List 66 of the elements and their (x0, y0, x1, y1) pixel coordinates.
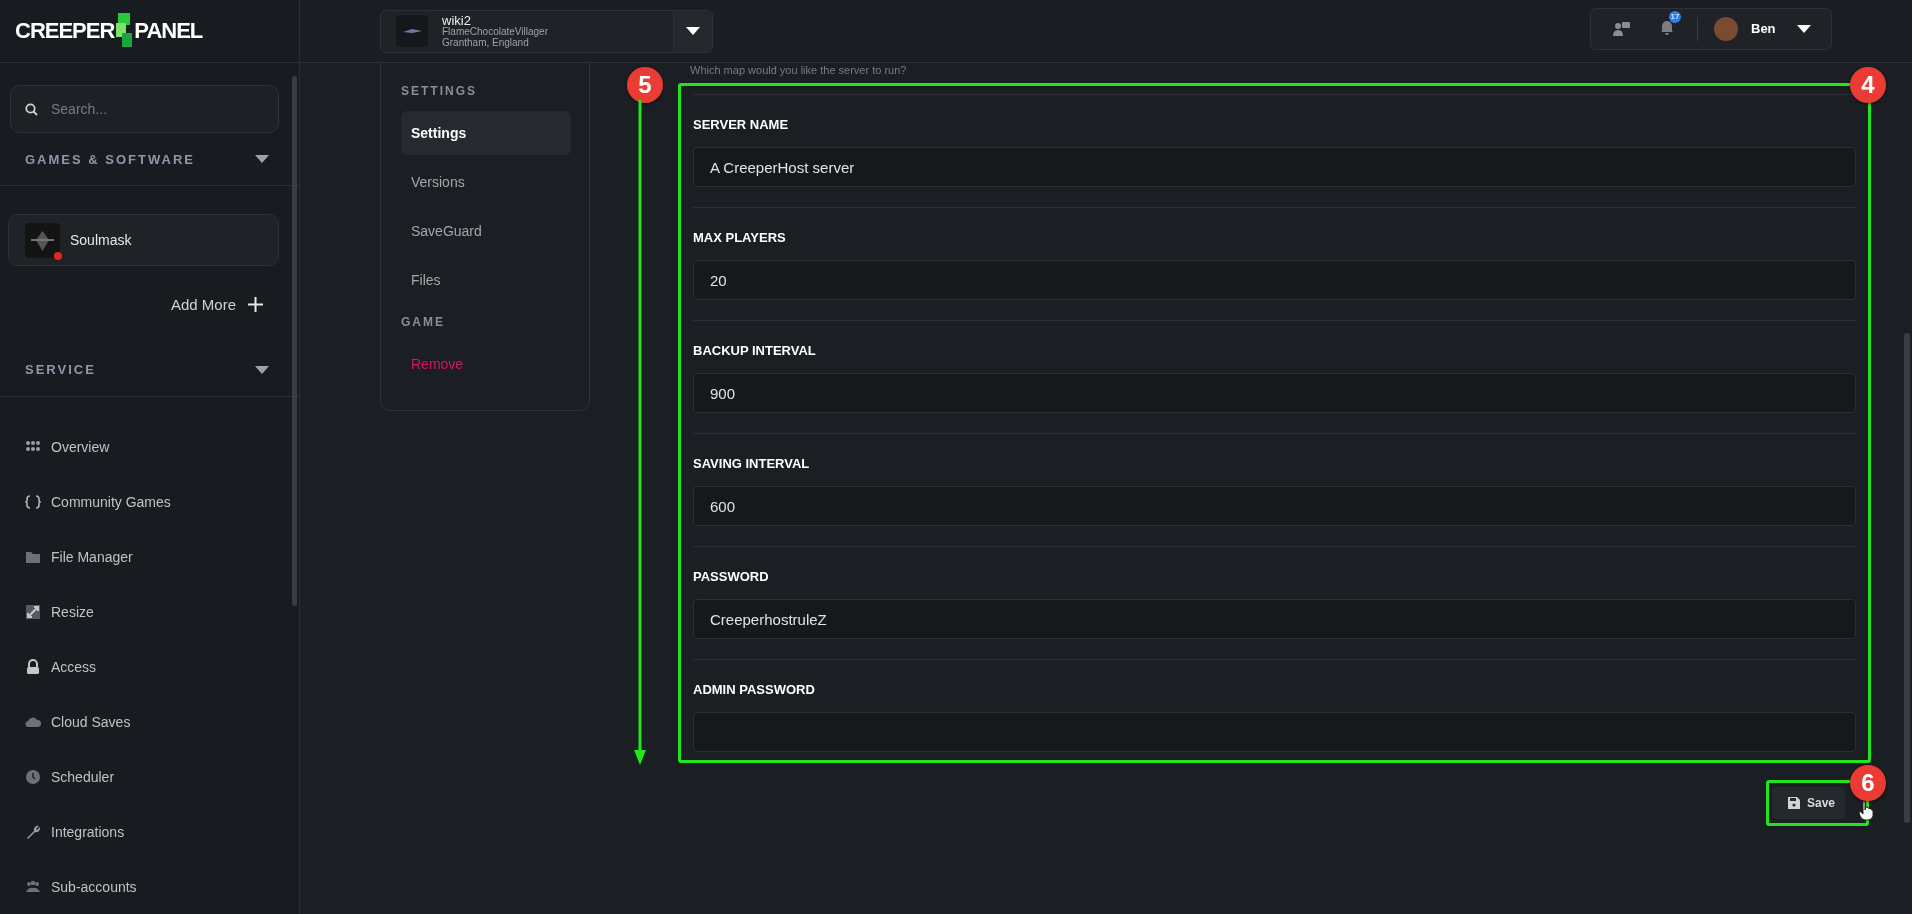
menu-heading: SETTINGS (401, 83, 478, 100)
nav-link[interactable]: Cloud Saves (25, 694, 299, 749)
menu-item[interactable]: Versions (401, 159, 571, 204)
server-name: wiki2 (442, 13, 471, 28)
section-heading: GAMES & SOFTWARE (25, 151, 195, 167)
game-icon (25, 222, 60, 258)
caret-icon[interactable] (1797, 24, 1811, 33)
field-label: ADMIN PASSWORD (693, 682, 816, 698)
menu-heading: GAME (401, 314, 446, 331)
server-name: Soulmask (70, 232, 132, 248)
user-name: Ben (1751, 21, 1777, 36)
logo: CREEPER PANEL (15, 11, 203, 51)
step-badge: 6 (1850, 765, 1886, 801)
server-location: Grantham, England (442, 37, 529, 49)
field-label: BACKUP INTERVAL (693, 343, 817, 359)
bell-icon[interactable] (1659, 18, 1675, 35)
scrollbar[interactable] (292, 76, 297, 606)
nav-link[interactable]: Integrations (25, 804, 299, 859)
search-icon (25, 103, 38, 116)
search-field[interactable]: Search... (10, 85, 279, 133)
save-button[interactable]: Save (1771, 787, 1845, 819)
support-icon[interactable] (1613, 20, 1631, 37)
resize-icon (25, 603, 41, 620)
input-field[interactable]: CreeperhostruleZ (693, 599, 1856, 639)
add-more-button[interactable]: Add More (170, 295, 263, 313)
nav-link[interactable]: Sub-accounts (25, 859, 299, 914)
nav-link[interactable]: Access (25, 639, 299, 694)
input-field[interactable] (693, 712, 1856, 752)
server-selector[interactable]: wiki2 FlameChocolateVillager Grantham, England (380, 9, 713, 53)
menu-item[interactable]: Settings (401, 110, 571, 155)
caret-icon[interactable] (255, 155, 269, 164)
user-avatar[interactable] (1714, 16, 1738, 41)
field-label: SAVING INTERVAL (693, 456, 811, 472)
server-owner: FlameChocolateVillager (442, 27, 549, 38)
nav-link[interactable]: Community Games (25, 474, 299, 529)
nav-link[interactable]: Resize (25, 584, 299, 639)
clock-icon (25, 768, 41, 785)
caret-icon[interactable] (255, 365, 269, 374)
nav-link[interactable]: Overview (25, 419, 299, 474)
step-badge: 4 (1850, 67, 1886, 103)
nav-link[interactable]: Scheduler (25, 749, 299, 804)
nav-link[interactable]: File Manager (25, 529, 299, 584)
field-label: PASSWORD (693, 569, 770, 585)
input-field[interactable]: 900 (693, 373, 1856, 413)
menu-item[interactable]: SaveGuard (401, 208, 571, 253)
users-icon (25, 878, 41, 895)
notification-count: 17 (1669, 10, 1681, 23)
server-icon (396, 15, 428, 47)
caret-icon (686, 27, 700, 35)
server-card[interactable]: Soulmask (8, 214, 279, 266)
input-field[interactable]: 600 (693, 486, 1856, 526)
braces-icon (25, 493, 41, 510)
save-icon (1787, 797, 1800, 809)
step-badge: 5 (627, 67, 663, 103)
field-label: SERVER NAME (693, 117, 790, 133)
menu-item[interactable]: Files (401, 257, 571, 302)
plus-icon (248, 296, 263, 312)
lock-icon (25, 658, 41, 675)
input-field[interactable]: A CreeperHost server (693, 147, 1856, 187)
hand-cursor-icon (1858, 801, 1874, 821)
field-label: MAX PLAYERS (693, 230, 787, 246)
hint-text: Which map would you like the server to run? (689, 63, 908, 78)
wrench-icon (25, 823, 41, 840)
input-field[interactable]: 20 (693, 260, 1856, 300)
section-heading: SERVICE (25, 362, 96, 378)
scrollbar[interactable] (1904, 333, 1910, 823)
